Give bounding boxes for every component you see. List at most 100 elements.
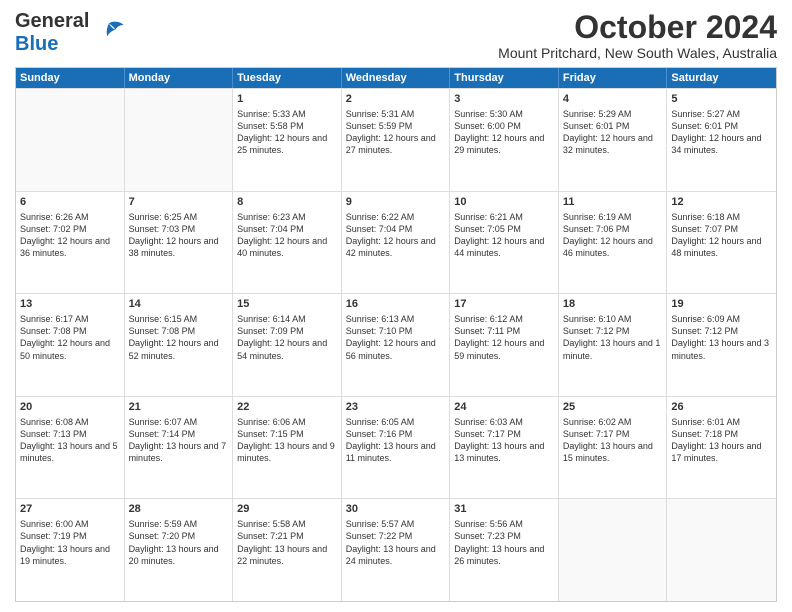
daylight-text: Daylight: 12 hours and 25 minutes. [237,133,327,155]
header-monday: Monday [125,68,234,88]
daylight-text: Daylight: 12 hours and 52 minutes. [129,338,219,360]
sunrise-text: Sunrise: 6:19 AM [563,212,632,222]
sunrise-text: Sunrise: 5:56 AM [454,519,523,529]
cal-cell-r2c6: 19Sunrise: 6:09 AMSunset: 7:12 PMDayligh… [667,294,776,396]
sunrise-text: Sunrise: 5:27 AM [671,109,740,119]
month-title: October 2024 [498,10,777,45]
day-number: 4 [563,92,663,107]
sunrise-text: Sunrise: 5:29 AM [563,109,632,119]
sunrise-text: Sunrise: 6:14 AM [237,314,306,324]
sunset-text: Sunset: 7:23 PM [454,531,521,541]
daylight-text: Daylight: 12 hours and 48 minutes. [671,236,761,258]
daylight-text: Daylight: 12 hours and 46 minutes. [563,236,653,258]
sunset-text: Sunset: 7:02 PM [20,224,87,234]
cal-cell-r3c6: 26Sunrise: 6:01 AMSunset: 7:18 PMDayligh… [667,397,776,499]
sunrise-text: Sunrise: 6:21 AM [454,212,523,222]
sunset-text: Sunset: 7:03 PM [129,224,196,234]
cal-cell-r3c2: 22Sunrise: 6:06 AMSunset: 7:15 PMDayligh… [233,397,342,499]
title-block: October 2024 Mount Pritchard, New South … [498,10,777,61]
cal-cell-r0c2: 1Sunrise: 5:33 AMSunset: 5:58 PMDaylight… [233,89,342,191]
day-number: 16 [346,297,446,312]
cal-cell-r0c6: 5Sunrise: 5:27 AMSunset: 6:01 PMDaylight… [667,89,776,191]
daylight-text: Daylight: 12 hours and 32 minutes. [563,133,653,155]
cal-cell-r4c6 [667,499,776,601]
sunset-text: Sunset: 7:21 PM [237,531,304,541]
cal-cell-r0c5: 4 Sunrise: 5:29 AM Sunset: 6:01 PM Daylight… [559,89,668,191]
cal-cell-r3c1: 21Sunrise: 6:07 AMSunset: 7:14 PMDayligh… [125,397,234,499]
cal-cell-r1c3: 9Sunrise: 6:22 AMSunset: 7:04 PMDaylight… [342,192,451,294]
cal-cell-r2c4: 17Sunrise: 6:12 AMSunset: 7:11 PMDayligh… [450,294,559,396]
daylight-text: Daylight: 12 hours and 29 minutes. [454,133,544,155]
day-number: 1 [237,92,337,107]
logo-general: General [15,10,89,32]
sunset-text: Sunset: 6:00 PM [454,121,521,131]
sunset-text: Sunset: 7:12 PM [563,326,630,336]
sunrise-text: Sunrise: 6:13 AM [346,314,415,324]
sunrise-text: Sunrise: 5:59 AM [129,519,198,529]
daylight-text: Daylight: 12 hours and 34 minutes. [671,133,761,155]
calendar-body: 1Sunrise: 5:33 AMSunset: 5:58 PMDaylight… [16,88,776,601]
sunrise-text: Sunrise: 6:01 AM [671,417,740,427]
day-number: 7 [129,195,229,210]
sunset-text: Sunset: 7:14 PM [129,429,196,439]
daylight-text: Daylight: 13 hours and 9 minutes. [237,441,335,463]
sunset-text: Sunset: 7:16 PM [346,429,413,439]
day-number: 23 [346,400,446,415]
sunset-text: Sunset: 7:17 PM [454,429,521,439]
daylight-text: Daylight: 13 hours and 11 minutes. [346,441,436,463]
sunrise-text: Sunrise: 6:03 AM [454,417,523,427]
cal-cell-r3c4: 24Sunrise: 6:03 AMSunset: 7:17 PMDayligh… [450,397,559,499]
sunset-text: Sunset: 7:11 PM [454,326,520,336]
day-number: 14 [129,297,229,312]
sunset-text: Sunset: 6:01 PM [563,121,630,131]
daylight-text: Daylight: 13 hours and 13 minutes. [454,441,544,463]
cal-cell-r4c1: 28Sunrise: 5:59 AMSunset: 7:20 PMDayligh… [125,499,234,601]
daylight-text: Daylight: 13 hours and 5 minutes. [20,441,118,463]
cal-cell-r1c5: 11Sunrise: 6:19 AMSunset: 7:06 PMDayligh… [559,192,668,294]
day-number: 3 [454,92,554,107]
day-number: 26 [671,400,772,415]
daylight-text: Daylight: 12 hours and 27 minutes. [346,133,436,155]
cal-cell-r0c3: 2Sunrise: 5:31 AMSunset: 5:59 PMDaylight… [342,89,451,191]
day-number: 30 [346,502,446,517]
sunset-text: Sunset: 7:13 PM [20,429,87,439]
sunset-text: Sunset: 7:08 PM [20,326,87,336]
day-number: 10 [454,195,554,210]
sunrise-text: Sunrise: 6:25 AM [129,212,198,222]
sunset-text: Sunset: 7:06 PM [563,224,630,234]
day-number: 25 [563,400,663,415]
cal-cell-r1c0: 6Sunrise: 6:26 AMSunset: 7:02 PMDaylight… [16,192,125,294]
sunset-text: Sunset: 7:22 PM [346,531,413,541]
daylight-text: Daylight: 13 hours and 26 minutes. [454,544,544,566]
header-sunday: Sunday [16,68,125,88]
sunrise-text: Sunrise: 6:09 AM [671,314,740,324]
sunrise-text: Sunrise: 6:02 AM [563,417,632,427]
logo: General Blue [15,10,125,56]
logo-blue: Blue [15,33,58,55]
cal-cell-r1c6: 12Sunrise: 6:18 AMSunset: 7:07 PMDayligh… [667,192,776,294]
page: General Blue October 2024 Mount Pritchar… [0,0,792,612]
sunset-text: Sunset: 7:07 PM [671,224,738,234]
sunset-text: Sunset: 7:18 PM [671,429,738,439]
daylight-text: Daylight: 12 hours and 56 minutes. [346,338,436,360]
sunrise-text: Sunrise: 6:26 AM [20,212,89,222]
day-number: 31 [454,502,554,517]
cal-cell-r1c1: 7Sunrise: 6:25 AMSunset: 7:03 PMDaylight… [125,192,234,294]
sunset-text: Sunset: 5:58 PM [237,121,304,131]
day-number: 13 [20,297,120,312]
daylight-text: Daylight: 13 hours and 15 minutes. [563,441,653,463]
cal-cell-r1c2: 8Sunrise: 6:23 AMSunset: 7:04 PMDaylight… [233,192,342,294]
cal-cell-r3c3: 23Sunrise: 6:05 AMSunset: 7:16 PMDayligh… [342,397,451,499]
day-number: 9 [346,195,446,210]
day-number: 12 [671,195,772,210]
daylight-text: Daylight: 13 hours and 3 minutes. [671,338,769,360]
cal-cell-r4c0: 27Sunrise: 6:00 AMSunset: 7:19 PMDayligh… [16,499,125,601]
sunset-text: Sunset: 7:20 PM [129,531,196,541]
sunset-text: Sunset: 7:17 PM [563,429,630,439]
daylight-text: Daylight: 13 hours and 7 minutes. [129,441,227,463]
daylight-text: Daylight: 12 hours and 59 minutes. [454,338,544,360]
header-friday: Friday [559,68,668,88]
cal-cell-r2c1: 14Sunrise: 6:15 AMSunset: 7:08 PMDayligh… [125,294,234,396]
daylight-text: Daylight: 12 hours and 50 minutes. [20,338,110,360]
sunrise-text: Sunrise: 6:07 AM [129,417,198,427]
